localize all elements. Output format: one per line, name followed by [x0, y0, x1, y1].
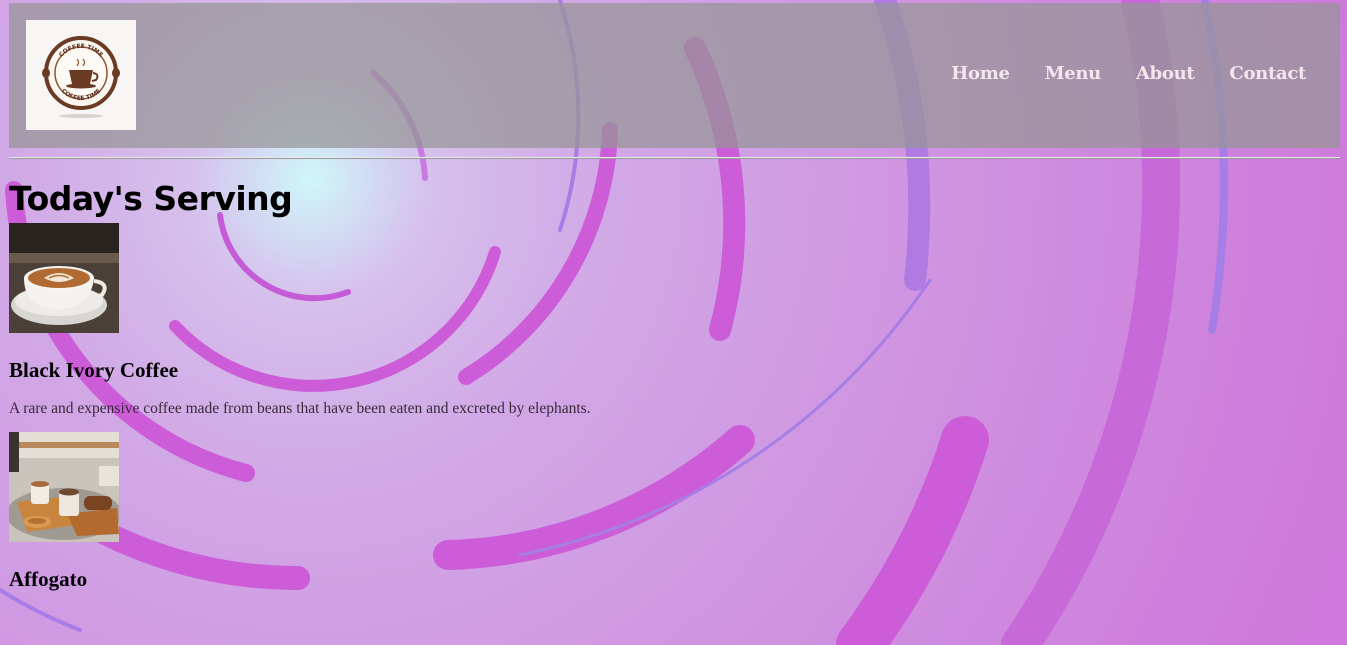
site-logo[interactable]: COFFEE TIME COFFEE TIME — [26, 20, 136, 130]
site-header: COFFEE TIME COFFEE TIME Home Menu About … — [9, 3, 1340, 148]
coffee-tray-photo — [9, 432, 119, 542]
nav-contact-link[interactable]: Contact — [1229, 63, 1306, 84]
coffee-cup-logo-icon: COFFEE TIME COFFEE TIME — [42, 36, 120, 118]
nav-menu-link[interactable]: Menu — [1045, 63, 1102, 84]
menu-item: Black Ivory Coffee A rare and expensive … — [9, 223, 1340, 419]
menu-item-description: A rare and expensive coffee made from be… — [9, 400, 591, 417]
menu-item-name: Affogato — [9, 567, 88, 591]
latte-art-cup-photo — [9, 223, 119, 333]
nav-about-link[interactable]: About — [1136, 63, 1195, 84]
menu-item-name: Black Ivory Coffee — [9, 358, 179, 382]
page: COFFEE TIME COFFEE TIME Home Menu About … — [0, 0, 1347, 592]
menu-item: Affogato — [9, 432, 1340, 592]
nav-home-link[interactable]: Home — [951, 63, 1010, 84]
main-nav: Home Menu About Contact — [951, 63, 1306, 84]
page-title: Today's Serving — [9, 179, 293, 218]
header-divider — [9, 157, 1340, 159]
